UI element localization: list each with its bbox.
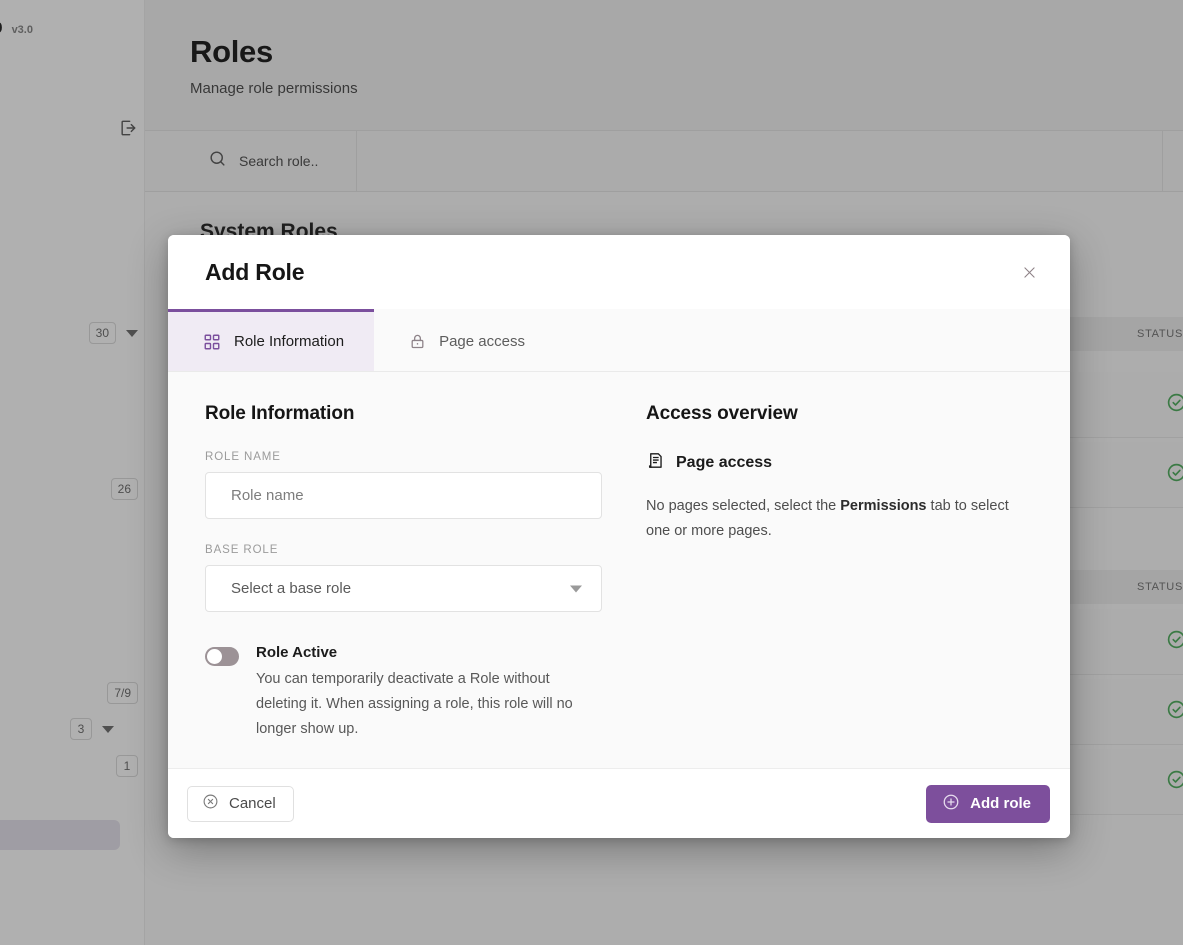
brand-version: v3.0	[12, 24, 33, 36]
dialog-header: Add Role	[168, 235, 1070, 309]
base-role-label: BASE ROLE	[205, 544, 602, 556]
sidebar-item-documents[interactable]: nts	[0, 252, 138, 268]
column-header-status: STATUS	[1137, 581, 1183, 593]
empty-text-before: No pages selected, select the	[646, 498, 840, 514]
sidebar-brand: s Hub v3.0	[0, 16, 33, 39]
circle-plus-icon	[942, 793, 960, 815]
sidebar-item-with-badge-1[interactable]: 1	[0, 755, 138, 777]
sidebar-badge: 1	[116, 755, 138, 777]
sidebar-badge: 7/9	[107, 682, 138, 704]
add-role-button-label: Add role	[970, 795, 1031, 812]
role-active-label: Role Active	[256, 644, 602, 661]
circle-x-icon	[202, 793, 219, 814]
status-active-icon	[1166, 699, 1183, 725]
dialog-body: Role Information ROLE NAME BASE ROLE Sel…	[168, 372, 1070, 768]
toggle-knob	[207, 649, 222, 664]
status-active-icon	[1166, 392, 1183, 418]
page-access-summary: Page access	[646, 451, 1032, 475]
sidebar-item-with-badge-ratio[interactable]: 7/9	[0, 682, 138, 704]
search-placeholder: Search role..	[239, 153, 318, 169]
tab-role-information[interactable]: Role Information	[168, 309, 374, 371]
grid-icon	[203, 333, 221, 351]
search-input[interactable]: Search role..	[145, 131, 357, 191]
sidebar-badge: 26	[111, 478, 138, 500]
access-overview-panel: Access overview Page access No pages sel…	[646, 403, 1032, 768]
role-active-description: You can temporarily deactivate a Role wi…	[256, 667, 596, 742]
add-role-dialog: Add Role Role Information	[168, 235, 1070, 838]
document-icon	[646, 451, 665, 475]
dialog-footer: Cancel Add role	[168, 768, 1070, 838]
sidebar-badge: 30	[89, 322, 116, 344]
search-icon	[208, 149, 227, 173]
status-active-icon	[1166, 462, 1183, 488]
lock-icon	[409, 333, 426, 350]
page-header: Roles Manage role permissions	[145, 0, 1183, 130]
status-active-icon	[1166, 769, 1183, 795]
sidebar-item-with-badge-3[interactable]: 3	[0, 718, 138, 740]
toolbar: Search role..	[145, 130, 1183, 192]
tab-label: Role Information	[234, 333, 344, 350]
sidebar-item-selected-highlight[interactable]	[0, 820, 120, 850]
add-role-button[interactable]: Add role	[926, 785, 1050, 823]
cancel-button-label: Cancel	[229, 795, 276, 812]
page-title: Roles	[190, 34, 1183, 70]
app-root: s Hub v3.0 ve nts	[0, 0, 1183, 945]
brand-name: s Hub	[0, 16, 3, 39]
page-access-label: Page access	[676, 454, 772, 472]
sidebar: s Hub v3.0 ve nts	[0, 0, 145, 945]
close-icon[interactable]	[1014, 257, 1044, 287]
status-active-icon	[1166, 629, 1183, 655]
dialog-title: Add Role	[205, 259, 304, 286]
empty-text-permissions: Permissions	[840, 498, 926, 514]
logout-icon[interactable]	[118, 118, 138, 143]
role-name-label: ROLE NAME	[205, 451, 602, 463]
access-overview-empty-text: No pages selected, select the Permission…	[646, 494, 1032, 544]
role-active-block: Role Active You can temporarily deactiva…	[205, 644, 602, 742]
page-subtitle: Manage role permissions	[190, 80, 1183, 97]
chevron-down-icon[interactable]	[126, 330, 138, 337]
role-active-toggle[interactable]	[205, 647, 239, 666]
role-name-input[interactable]	[205, 472, 602, 519]
chevron-down-icon[interactable]	[102, 726, 114, 733]
access-overview-heading: Access overview	[646, 403, 1032, 425]
section-heading: Role Information	[205, 403, 602, 425]
cancel-button[interactable]: Cancel	[187, 786, 294, 822]
column-header-status: STATUS	[1137, 328, 1183, 340]
toolbar-end	[1163, 131, 1183, 191]
sidebar-item-with-badge-26[interactable]: r 26	[0, 478, 138, 500]
tab-page-access[interactable]: Page access	[374, 309, 555, 371]
toolbar-spacer	[357, 131, 1163, 191]
sidebar-item-with-badge-30[interactable]: s 30	[0, 322, 138, 344]
role-information-panel: Role Information ROLE NAME BASE ROLE Sel…	[205, 403, 602, 768]
tab-label: Page access	[439, 333, 525, 350]
base-role-select[interactable]: Select a base role	[205, 565, 602, 612]
sidebar-item-active[interactable]: ve	[0, 118, 138, 143]
dialog-tabs: Role Information Page access	[168, 309, 1070, 372]
sidebar-badge: 3	[70, 718, 92, 740]
